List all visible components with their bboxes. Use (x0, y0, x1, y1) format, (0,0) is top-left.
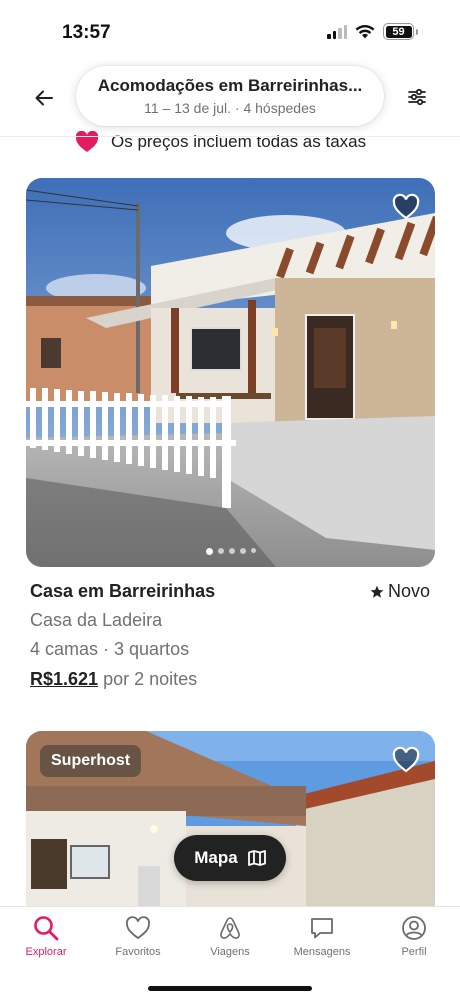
status-icons: 59 (327, 23, 418, 40)
tab-explorar[interactable]: Explorar (0, 915, 92, 958)
save-favorite-button[interactable] (391, 192, 421, 222)
price-notice: Os preços incluem todas as taxas (75, 129, 366, 155)
tab-label: Mensagens (293, 946, 351, 958)
home-indicator (148, 986, 312, 991)
pagination-dot (217, 548, 224, 554)
heart-outline-icon (392, 193, 420, 220)
pagination-dot (228, 548, 235, 554)
pagination-dot (239, 548, 246, 554)
tab-label: Perfil (401, 946, 427, 958)
listing-photo[interactable] (26, 178, 435, 567)
tab-favoritos[interactable]: Favoritos (92, 915, 184, 958)
listing-name: Casa da Ladeira (30, 610, 163, 630)
heart-tag-icon (75, 131, 99, 152)
cellular-signal-icon (327, 24, 347, 39)
rating-label: Novo (387, 581, 430, 601)
tab-perfil[interactable]: Perfil (368, 915, 460, 958)
search-destination: Acomodações em Barreirinhas... (97, 76, 363, 95)
battery-level: 59 (385, 25, 412, 38)
tab-viagens[interactable]: Viagens (184, 915, 276, 958)
save-favorite-button[interactable] (391, 745, 421, 775)
map-icon (247, 850, 266, 866)
message-icon (311, 918, 333, 939)
star-icon (370, 585, 384, 598)
status-bar: 13:57 59 (0, 0, 460, 62)
listing-title: Casa em Barreirinhas (30, 581, 216, 601)
tab-mensagens[interactable]: Mensagens (276, 915, 368, 958)
map-button-label: Mapa (194, 848, 238, 867)
search-header: Acomodações em Barreirinhas... 11 – 13 d… (0, 62, 460, 136)
heart-icon (126, 916, 150, 940)
heart-outline-icon (392, 746, 420, 773)
search-summary-pill[interactable]: Acomodações em Barreirinhas... 11 – 13 d… (76, 66, 384, 126)
airbnb-logo-icon (220, 917, 240, 939)
map-button[interactable]: Mapa (174, 835, 286, 881)
listing-info[interactable]: Casa em Barreirinhas Novo Casa da Ladeir… (30, 581, 430, 690)
battery-icon: 59 (383, 23, 418, 40)
sliders-icon (408, 88, 426, 106)
listing-details: 4 camas · 3 quartos (30, 639, 190, 659)
status-time: 13:57 (62, 22, 111, 43)
price-suffix: por 2 noites (103, 669, 198, 689)
pagination-dot (205, 548, 213, 555)
pagination-dot (250, 548, 256, 553)
filters-button[interactable] (400, 80, 434, 114)
listing-price: R$1.621 por 2 noites (30, 669, 430, 690)
arrow-left-icon (35, 90, 53, 106)
tab-label: Viagens (210, 946, 250, 958)
price-notice-text: Os preços incluem todas as taxas (111, 132, 367, 151)
tab-label: Explorar (25, 946, 67, 958)
house-photo (26, 178, 435, 567)
back-button[interactable] (28, 82, 60, 114)
search-dates-guests: 11 – 13 de jul. · 4 hóspedes (144, 100, 316, 116)
wifi-icon (355, 25, 375, 39)
price-value[interactable]: R$1.621 (30, 669, 98, 689)
listing-rating: Novo (370, 581, 430, 602)
header-divider (0, 136, 460, 137)
tab-label: Favoritos (115, 946, 161, 958)
superhost-badge: Superhost (40, 745, 142, 777)
photo-pagination-dots (26, 548, 435, 555)
profile-icon (402, 916, 426, 940)
search-icon (34, 916, 59, 941)
